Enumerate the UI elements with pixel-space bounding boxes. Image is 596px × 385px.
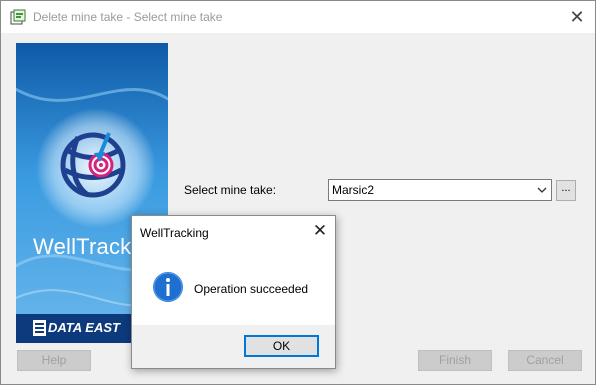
dialog-message: Operation succeeded — [194, 282, 309, 296]
dialog-close-button[interactable]: ✕ — [310, 221, 330, 241]
ok-button[interactable]: OK — [244, 335, 319, 357]
cancel-button[interactable]: Cancel — [508, 350, 582, 371]
data-east-logo-icon — [33, 320, 46, 336]
window-title: Delete mine take - Select mine take — [33, 10, 223, 24]
chevron-down-icon[interactable] — [533, 180, 551, 200]
dialog-title: WellTracking — [140, 226, 209, 240]
info-icon — [153, 272, 183, 302]
title-bar: Delete mine take - Select mine take ✕ — [1, 1, 595, 33]
app-icon — [10, 9, 26, 25]
globe-target-icon — [60, 132, 126, 198]
help-button[interactable]: Help — [17, 350, 91, 371]
mine-take-select[interactable]: Marsic2 — [328, 179, 552, 201]
dialog-footer: OK — [132, 325, 335, 368]
banner-footer-text: DATA EAST — [48, 320, 120, 335]
mine-take-value: Marsic2 — [332, 183, 375, 197]
browse-button[interactable]: ... — [556, 180, 576, 201]
mine-take-label: Select mine take: — [184, 183, 277, 197]
window-close-button[interactable]: ✕ — [567, 7, 587, 27]
message-dialog: WellTracking ✕ Operation succeeded OK — [131, 215, 336, 369]
finish-button[interactable]: Finish — [418, 350, 492, 371]
